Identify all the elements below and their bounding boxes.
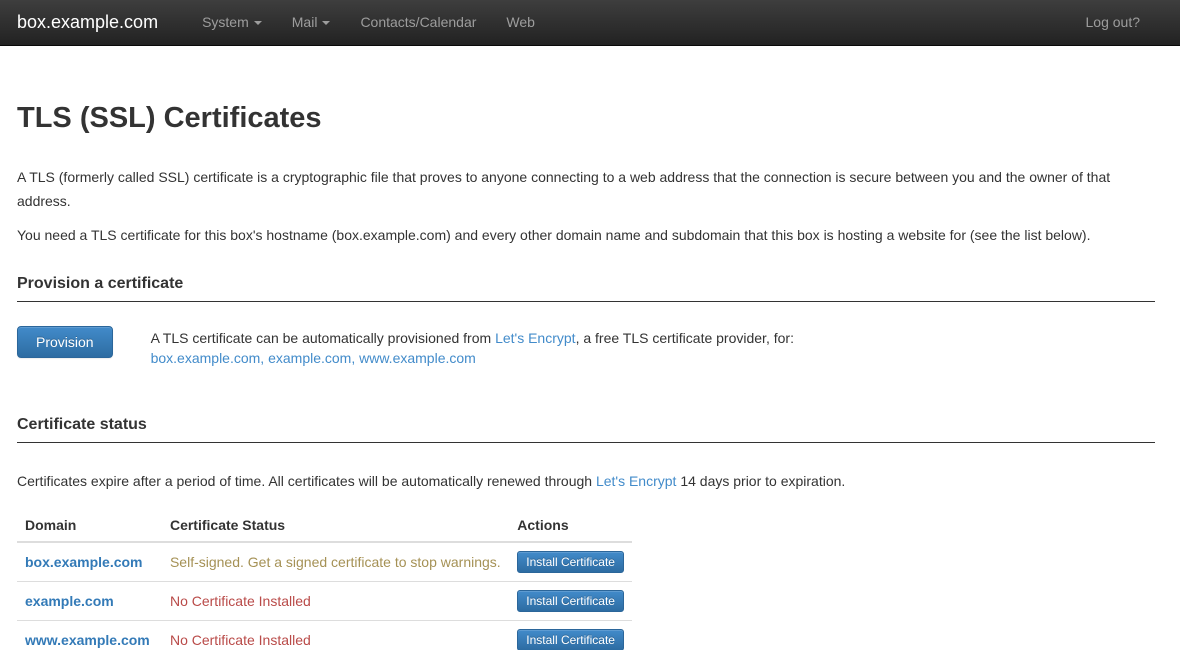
navbar-brand[interactable]: box.example.com	[0, 0, 173, 45]
status-text-after-link: 14 days prior to expiration.	[676, 473, 845, 489]
nav-item-contacts-calendar[interactable]: Contacts/Calendar	[345, 0, 491, 45]
status-text: No Certificate Installed	[170, 593, 311, 609]
provision-description: A TLS certificate can be automatically p…	[151, 326, 794, 368]
table-header-row: Domain Certificate Status Actions	[17, 509, 632, 542]
table-row: box.example.com Self-signed. Get a signe…	[17, 542, 632, 582]
nav-item-web[interactable]: Web	[491, 0, 550, 45]
lets-encrypt-link[interactable]: Let's Encrypt	[596, 473, 677, 489]
nav-item-web-label: Web	[506, 0, 535, 45]
caret-down-icon	[254, 21, 262, 25]
lets-encrypt-link[interactable]: Let's Encrypt	[495, 330, 576, 346]
install-certificate-button[interactable]: Install Certificate	[517, 629, 624, 650]
provision-row: Provision A TLS certificate can be autom…	[17, 326, 1155, 368]
top-navbar: box.example.com System Mail Contacts/Cal…	[0, 0, 1180, 46]
intro-paragraph-1: A TLS (formerly called SSL) certificate …	[17, 165, 1152, 213]
install-certificate-button[interactable]: Install Certificate	[517, 590, 624, 612]
provision-text-before-link: A TLS certificate can be automatically p…	[151, 330, 495, 346]
intro-paragraph-2: You need a TLS certificate for this box'…	[17, 223, 1152, 247]
nav-item-contacts-calendar-label: Contacts/Calendar	[360, 0, 476, 45]
provision-description-line1: A TLS certificate can be automatically p…	[151, 328, 794, 348]
status-text: No Certificate Installed	[170, 632, 311, 648]
navbar-right: Log out?	[1071, 0, 1180, 45]
status-note: Certificates expire after a period of ti…	[17, 469, 1155, 493]
provision-domains-links[interactable]: box.example.com, example.com, www.exampl…	[151, 350, 476, 366]
header-certificate-status: Certificate Status	[162, 509, 509, 542]
status-text-before-link: Certificates expire after a period of ti…	[17, 473, 596, 489]
status-text: Self-signed. Get a signed certificate to…	[170, 554, 501, 570]
nav-item-system[interactable]: System	[187, 0, 277, 45]
provision-text-after-link: , a free TLS certificate provider, for:	[576, 330, 794, 346]
provision-button[interactable]: Provision	[17, 326, 113, 358]
provision-section-heading: Provision a certificate	[17, 275, 1155, 302]
caret-down-icon	[322, 21, 330, 25]
header-domain: Domain	[17, 509, 162, 542]
domain-link-www-example-com[interactable]: www.example.com	[25, 632, 150, 648]
domain-link-box-example-com[interactable]: box.example.com	[25, 554, 143, 570]
domain-link-example-com[interactable]: example.com	[25, 593, 114, 609]
install-certificate-button[interactable]: Install Certificate	[517, 551, 624, 573]
main-content: TLS (SSL) Certificates A TLS (formerly c…	[0, 102, 1180, 650]
header-actions: Actions	[509, 509, 632, 542]
logout-link[interactable]: Log out?	[1071, 0, 1156, 45]
nav-item-system-label: System	[202, 0, 249, 45]
page-title: TLS (SSL) Certificates	[17, 102, 1155, 135]
table-row: www.example.com No Certificate Installed…	[17, 621, 632, 650]
certificate-status-heading: Certificate status	[17, 416, 1155, 443]
provision-description-line2: box.example.com, example.com, www.exampl…	[151, 348, 794, 368]
nav-item-mail[interactable]: Mail	[277, 0, 346, 45]
navbar-menu: System Mail Contacts/Calendar Web	[187, 0, 550, 45]
certificate-table: Domain Certificate Status Actions box.ex…	[17, 509, 632, 650]
nav-item-mail-label: Mail	[292, 0, 318, 45]
table-row: example.com No Certificate Installed Ins…	[17, 582, 632, 621]
